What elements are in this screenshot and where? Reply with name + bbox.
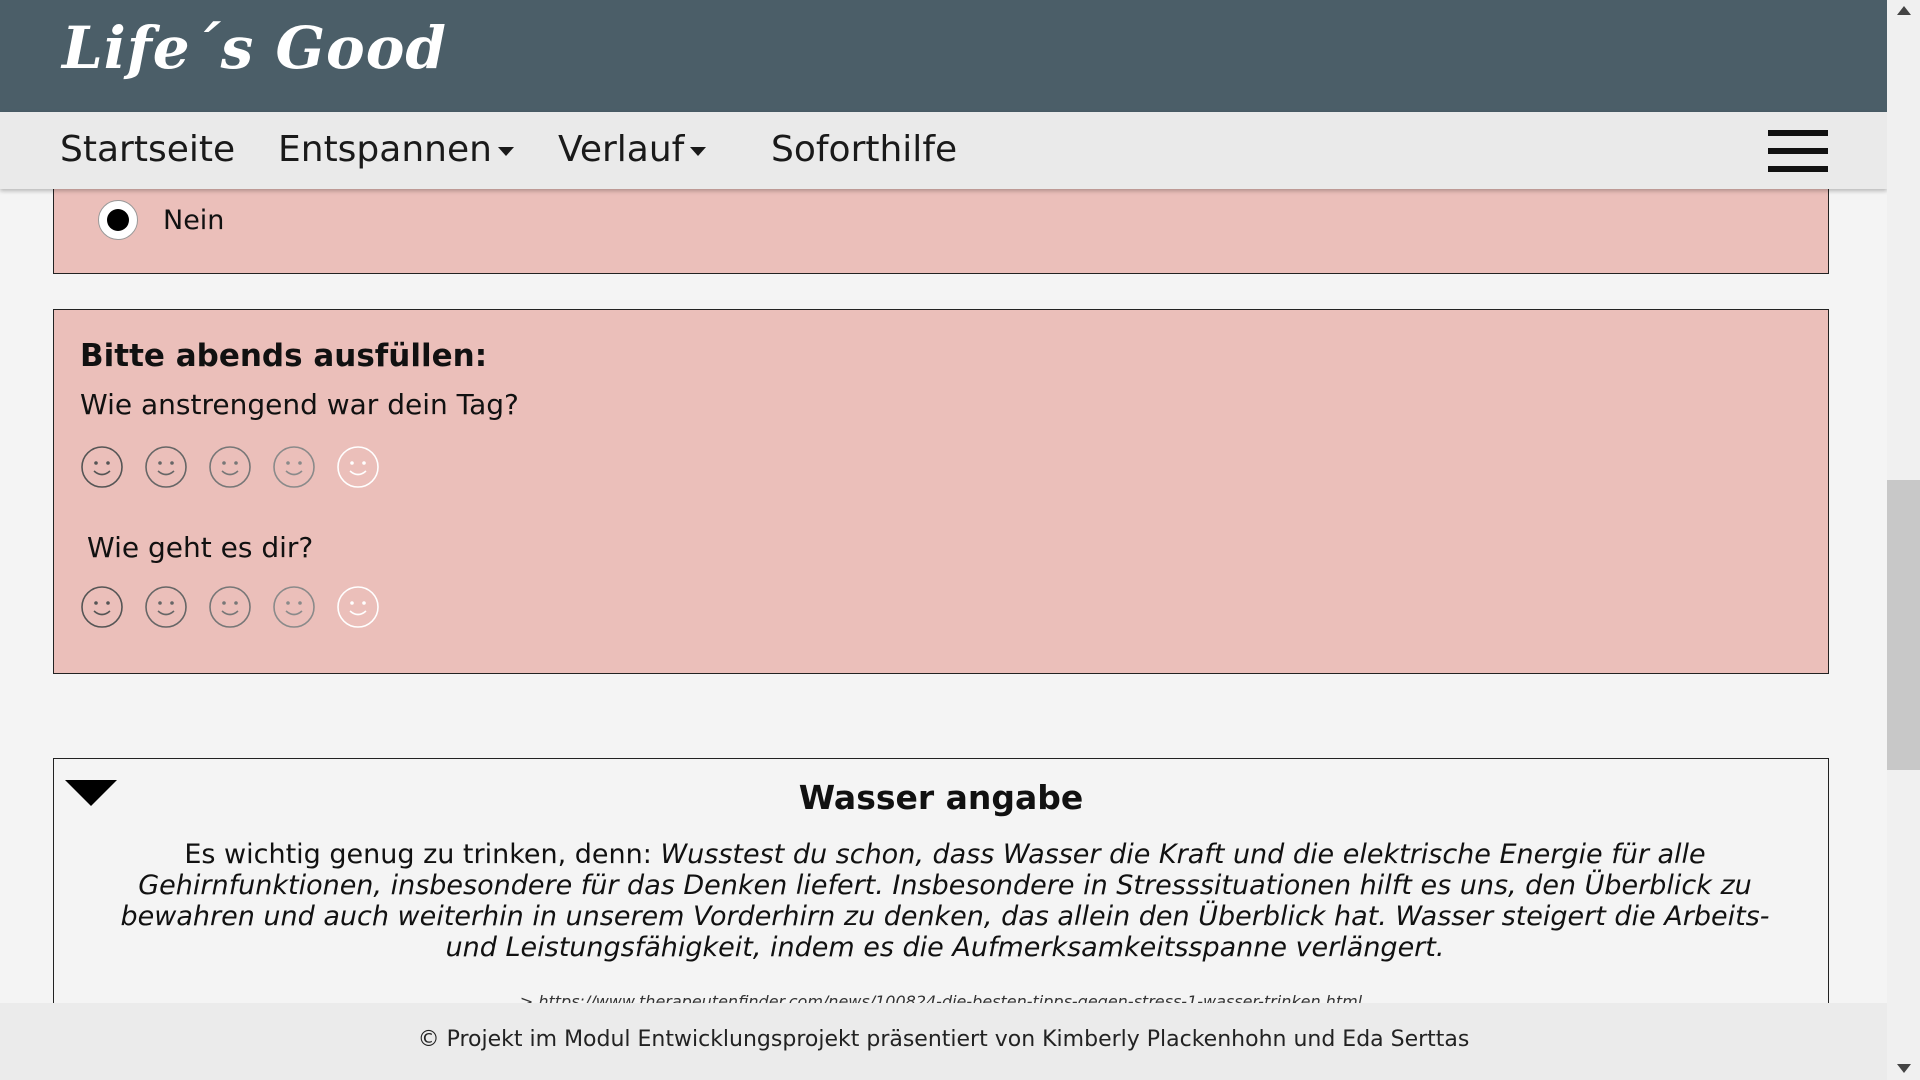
page: Life´s Good Startseite Entspannen Verlau…	[0, 0, 1887, 1080]
day-smiley-icon-4[interactable]	[272, 445, 316, 489]
water-lead: Es wichtig genug zu trinken, denn:	[184, 839, 661, 870]
feel-smiley-icon-3[interactable]	[208, 585, 252, 629]
scroll-down-arrow-icon[interactable]	[1897, 1064, 1911, 1073]
water-title: Wasser angabe	[798, 778, 1084, 817]
day-smiley-icon-5[interactable]	[336, 445, 380, 489]
water-text: Es wichtig genug zu trinken, denn: Wusst…	[120, 839, 1770, 963]
nav-item-label: Startseite	[60, 129, 236, 170]
scroll-up-arrow-icon[interactable]	[1897, 6, 1911, 15]
nav-item-label: Verlauf	[558, 129, 685, 170]
evening-title: Bitte abends ausfüllen:	[80, 338, 488, 374]
feel-smiley-icon-4[interactable]	[272, 585, 316, 629]
nav-item-startseite[interactable]: Startseite	[60, 129, 235, 170]
site-footer: © Projekt im Modul Entwicklungsprojekt p…	[0, 1003, 1887, 1080]
site-header: Life´s Good	[0, 0, 1887, 112]
question-feel: Wie geht es dir?	[87, 531, 314, 564]
radio-nein[interactable]	[98, 200, 138, 240]
nav-item-label: Entspannen	[278, 129, 492, 170]
day-smiley-icon-1[interactable]	[80, 445, 124, 489]
nav-item-label: Soforthilfe	[771, 129, 958, 170]
scrollbar[interactable]	[1887, 0, 1920, 1080]
radio-label-nein: Nein	[163, 205, 225, 236]
site-logo[interactable]: Life´s Good	[62, 14, 447, 82]
feel-smiley-icon-5[interactable]	[336, 585, 380, 629]
hamburger-icon[interactable]	[1768, 130, 1828, 172]
feel-smiley-icon-1[interactable]	[80, 585, 124, 629]
day-smiley-icon-3[interactable]	[208, 445, 252, 489]
nav-item-verlauf[interactable]: Verlauf	[558, 129, 707, 170]
feel-smiley-icon-2[interactable]	[144, 585, 188, 629]
caret-down-icon	[690, 146, 707, 156]
scrollbar-thumb[interactable]	[1887, 480, 1920, 770]
nav-item-entspannen[interactable]: Entspannen	[278, 129, 514, 170]
day-smiley-icon-2[interactable]	[144, 445, 188, 489]
main-nav: Startseite Entspannen Verlauf Soforthilf…	[0, 112, 1887, 189]
caret-down-icon	[497, 146, 514, 156]
nav-item-soforthilfe[interactable]: Soforthilfe	[771, 129, 957, 170]
footer-text: © Projekt im Modul Entwicklungsprojekt p…	[417, 1027, 1470, 1052]
question-day: Wie anstrengend war dein Tag?	[80, 388, 519, 421]
